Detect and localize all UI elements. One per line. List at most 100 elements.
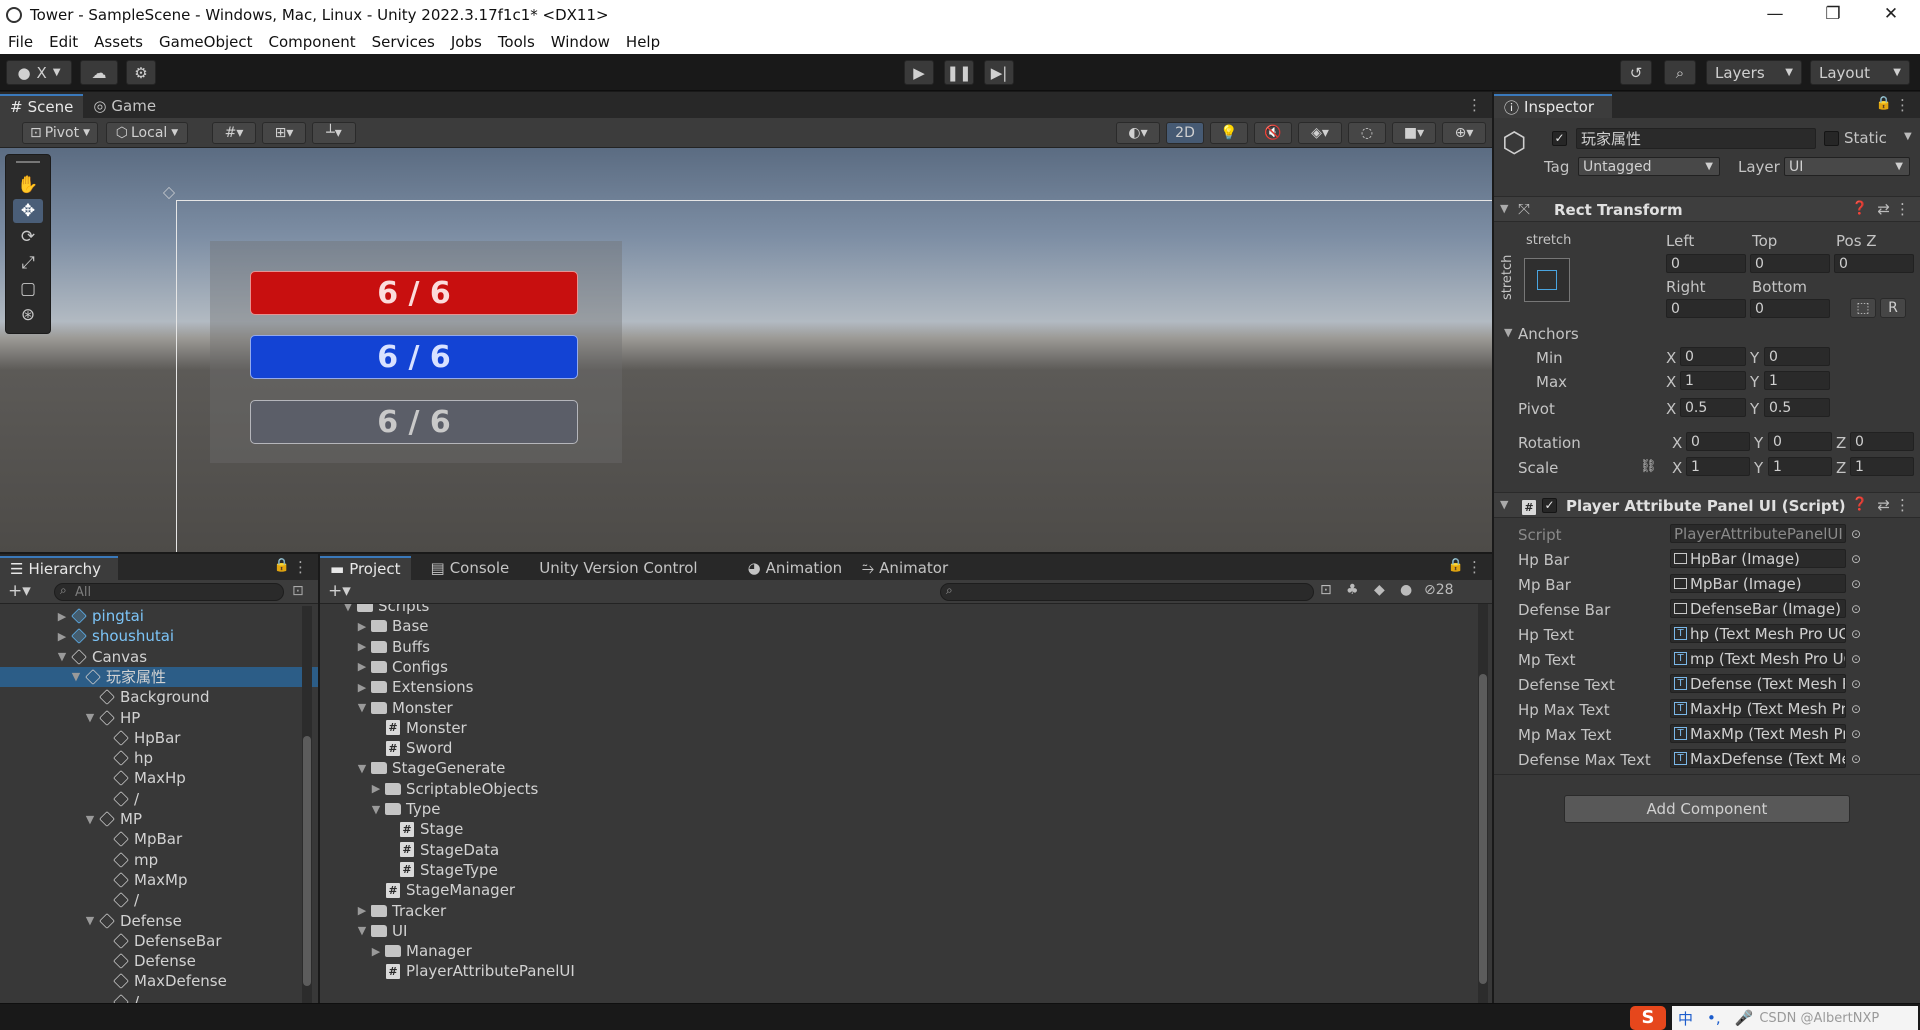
folder-item[interactable]: ▼ StageGenerate: [320, 758, 1492, 778]
lock-icon[interactable]: 🔒: [1876, 96, 1892, 111]
hierarchy-item[interactable]: MaxDefense: [0, 971, 318, 991]
restore-icon[interactable]: ❐: [1804, 0, 1862, 29]
hidden-objects-toggle[interactable]: ◌: [1348, 122, 1386, 144]
player-attribute-panel[interactable]: 6 / 6 6 / 6 6 / 6: [210, 241, 622, 463]
rotation-x[interactable]: 0: [1686, 432, 1750, 451]
foldout-arrow-icon[interactable]: ▶: [354, 660, 370, 673]
audio-toggle[interactable]: 🔇: [1254, 122, 1292, 144]
chevron-down-icon[interactable]: ▼: [1904, 131, 1912, 142]
more-icon[interactable]: ⋮: [1467, 558, 1482, 576]
minimize-icon[interactable]: —: [1746, 0, 1804, 29]
menu-component[interactable]: Component: [261, 33, 364, 51]
ime-toolbar[interactable]: 中 •, 🎤 CSDN @AlbertNXP: [1672, 1006, 1918, 1030]
help-icon[interactable]: ❓: [1852, 497, 1868, 512]
hierarchy-item[interactable]: MpBar: [0, 829, 318, 849]
create-button[interactable]: +▾: [328, 581, 351, 601]
close-icon[interactable]: ✕: [1862, 0, 1920, 29]
folder-item[interactable]: ▼ Monster: [320, 698, 1492, 718]
folder-item[interactable]: ▶ ScriptableObjects: [320, 779, 1492, 799]
pivot-x[interactable]: 0.5: [1680, 398, 1746, 417]
lighting-toggle[interactable]: 💡: [1210, 122, 1248, 144]
ime-logo-icon[interactable]: S: [1630, 1006, 1666, 1030]
menu-services[interactable]: Services: [364, 33, 443, 51]
script-item[interactable]: # StageData: [320, 840, 1492, 860]
script-item[interactable]: # PlayerAttributePanelUI: [320, 961, 1492, 981]
tab-console[interactable]: ▤ Console: [421, 556, 520, 580]
anchor-max-x[interactable]: 1: [1680, 371, 1746, 390]
hierarchy-item[interactable]: MaxHp: [0, 768, 318, 788]
add-button[interactable]: +▾: [8, 581, 31, 601]
foldout-arrow-icon[interactable]: ▶: [368, 782, 384, 795]
menu-help[interactable]: Help: [618, 33, 668, 51]
object-picker-icon[interactable]: ⊙: [1846, 649, 1866, 668]
enabled-checkbox[interactable]: ✓: [1542, 498, 1557, 513]
more-icon[interactable]: ⋮: [1895, 496, 1910, 514]
effects-dropdown[interactable]: ◈▾: [1298, 122, 1342, 144]
hierarchy-item[interactable]: ▼ Canvas: [0, 647, 318, 667]
history-button[interactable]: ↺: [1620, 60, 1652, 85]
tab-animation[interactable]: ◕ Animation: [738, 556, 853, 580]
cloud-button[interactable]: ☁: [80, 60, 118, 85]
transform-tool[interactable]: ⊛: [13, 303, 43, 327]
scale-y[interactable]: 1: [1768, 457, 1832, 476]
hierarchy-item[interactable]: HpBar: [0, 728, 318, 748]
object-picker-icon[interactable]: ⊙: [1846, 699, 1866, 718]
tag-dropdown[interactable]: Untagged ▼: [1578, 157, 1720, 176]
right-field[interactable]: 0: [1666, 299, 1746, 318]
layout-dropdown[interactable]: Layout ▼: [1810, 60, 1910, 85]
tab-scene[interactable]: # Scene: [0, 94, 84, 118]
object-field[interactable]: DefenseBar (Image): [1670, 599, 1846, 618]
rotation-z[interactable]: 0: [1850, 432, 1914, 451]
more-icon[interactable]: ⋮: [1895, 96, 1910, 114]
script-item[interactable]: # Stage: [320, 819, 1492, 839]
script-item[interactable]: # StageManager: [320, 880, 1492, 900]
grid-visibility-dropdown[interactable]: ⊞▾: [262, 122, 306, 144]
static-checkbox[interactable]: [1824, 131, 1839, 146]
hierarchy-item[interactable]: ▶ pingtai: [0, 606, 318, 626]
foldout-arrow-icon[interactable]: ▼: [82, 813, 98, 826]
more-icon[interactable]: ⋮: [1895, 200, 1910, 218]
folder-item[interactable]: ▶ Buffs: [320, 637, 1492, 657]
hierarchy-item[interactable]: ▶ shoushutai: [0, 626, 318, 646]
scroll-thumb[interactable]: [303, 736, 311, 986]
menu-assets[interactable]: Assets: [86, 33, 151, 51]
hierarchy-item[interactable]: hp: [0, 748, 318, 768]
object-field[interactable]: Thp (Text Mesh Pro UGUI): [1670, 624, 1846, 643]
foldout-arrow-icon[interactable]: ▼: [340, 604, 356, 613]
folder-item[interactable]: ▶ Configs: [320, 657, 1492, 677]
object-picker-icon[interactable]: ⊙: [1846, 524, 1866, 543]
anchor-presets-button[interactable]: [1524, 258, 1570, 302]
foldout-arrow-icon[interactable]: ▼: [368, 803, 384, 816]
object-picker-icon[interactable]: ⊙: [1846, 599, 1866, 618]
foldout-arrow-icon[interactable]: ▶: [354, 640, 370, 653]
rect-transform-header[interactable]: ▼ ⤧ Rect Transform ❓ ⇄ ⋮: [1494, 196, 1920, 222]
preset-icon[interactable]: ⇄: [1877, 496, 1890, 514]
tab-game[interactable]: ◎ Game: [83, 94, 166, 118]
hierarchy-item[interactable]: Defense: [0, 951, 318, 971]
scale-x[interactable]: 1: [1686, 457, 1750, 476]
link-icon[interactable]: ⛓: [1640, 459, 1657, 474]
foldout-arrow-icon[interactable]: ▼: [354, 701, 370, 714]
foldout-arrow-icon[interactable]: ▶: [354, 904, 370, 917]
rotate-tool[interactable]: ⟳: [13, 225, 43, 249]
hierarchy-item[interactable]: MaxMp: [0, 870, 318, 890]
warning-icon[interactable]: ●: [1400, 582, 1412, 598]
object-picker-icon[interactable]: ⊙: [1846, 574, 1866, 593]
foldout-arrow-icon[interactable]: ▼: [354, 924, 370, 937]
help-icon[interactable]: ❓: [1852, 201, 1868, 216]
scene-visibility-icon[interactable]: ⊡: [292, 583, 304, 599]
project-scrollbar[interactable]: [1478, 604, 1488, 1003]
left-field[interactable]: 0: [1666, 254, 1746, 273]
object-field[interactable]: HpBar (Image): [1670, 549, 1846, 568]
hierarchy-item[interactable]: /: [0, 789, 318, 809]
hierarchy-item[interactable]: ▼ 玩家属性: [0, 666, 318, 687]
object-picker-icon[interactable]: ⊙: [1846, 724, 1866, 743]
blueprint-mode-button[interactable]: ⬚: [1850, 298, 1876, 318]
hierarchy-item[interactable]: /: [0, 992, 318, 1003]
drag-handle[interactable]: [16, 161, 40, 163]
hierarchy-item[interactable]: Background: [0, 687, 318, 707]
object-field[interactable]: TDefense (Text Mesh Pro UG: [1670, 674, 1846, 693]
object-name-field[interactable]: 玩家属性: [1576, 128, 1816, 149]
local-dropdown[interactable]: ⬡ Local ▼: [106, 122, 188, 144]
menu-file[interactable]: File: [0, 33, 41, 51]
